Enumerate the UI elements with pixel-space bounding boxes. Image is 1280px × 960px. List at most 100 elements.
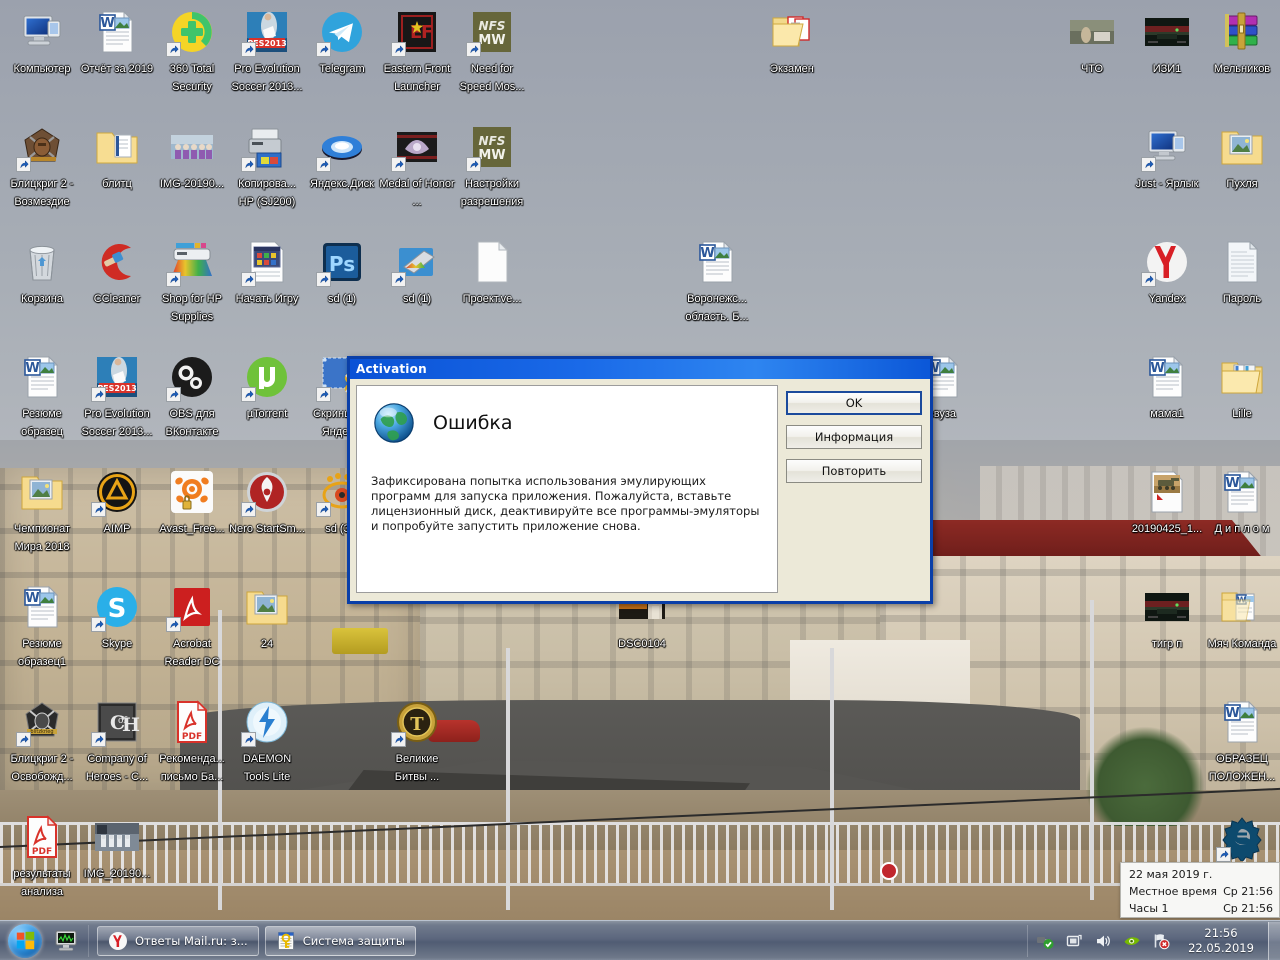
- desktop-icon-образец-положен[interactable]: W ОБРАЗЕЦ ПОЛОЖЕН...: [1204, 698, 1280, 785]
- desktop-icon-lille[interactable]: Lille: [1204, 353, 1280, 422]
- desktop-icon-отчёт-за-2019[interactable]: W Отчёт за 2019: [79, 8, 155, 77]
- desktop-icon-yandex[interactable]: Yandex: [1129, 238, 1205, 307]
- task-button-mailru[interactable]: Ответы Mail.ru: з...: [97, 925, 259, 956]
- desktop-icon-torrent[interactable]: µTorrent: [229, 353, 305, 422]
- desktop-icon-just-ярлык[interactable]: Just - Ярлык: [1129, 123, 1205, 192]
- desktop-icon-мельников[interactable]: Мельников: [1204, 8, 1280, 77]
- desktop-icon-acrobat-reader-dc[interactable]: Acrobat Reader DC: [154, 583, 230, 670]
- desktop-icon-резюме-образец1[interactable]: W Резюме образец1: [4, 583, 80, 670]
- desktop-icon-проект-ve[interactable]: Проект.ve...: [454, 238, 530, 307]
- desktop-icon-д-и-п-л-о-м[interactable]: W Д и п л о м: [1204, 468, 1280, 537]
- taskbar-task-list[interactable]: Ответы Mail.ru: з... Система защиты: [89, 925, 1027, 956]
- desktop-icon-корзина[interactable]: Корзина: [4, 238, 80, 307]
- taskbar[interactable]: Ответы Mail.ru: з... Система защиты 21:5…: [0, 920, 1280, 960]
- desktop-icon-company-of-heroes-с[interactable]: Cof H Company of Heroes - С...: [79, 698, 155, 785]
- svg-text:NFS: NFS: [479, 134, 506, 148]
- ok-button[interactable]: OK: [786, 391, 922, 415]
- svg-text:W: W: [1150, 361, 1164, 376]
- desktop-icon-label: Yandex: [1148, 293, 1186, 305]
- desktop-icon-img-20190[interactable]: IMG_20190...: [79, 813, 155, 882]
- dialog-body: Ошибка Зафиксирована попытка использован…: [350, 379, 930, 601]
- pdf-icon: PDF: [18, 813, 66, 861]
- desktop-icon-pro-evolution-soccer-2013[interactable]: PES2013 Pro Evolution Soccer 2013...: [229, 8, 305, 95]
- desktop-icon-avast-free[interactable]: Avast_Free...: [154, 468, 230, 537]
- nvidia-icon[interactable]: [1123, 932, 1141, 950]
- desktop-icon-ccleaner[interactable]: CCleaner: [79, 238, 155, 307]
- desktop-icon-чемпионат-мира-2018[interactable]: Чемпионат Мира 2018: [4, 468, 80, 555]
- desktop-icon-блицкриг-2-возмездие[interactable]: Блицкриг 2 - Возмездие: [4, 123, 80, 210]
- desktop-icon-пароль[interactable]: Пароль: [1204, 238, 1280, 307]
- system-tray[interactable]: [1027, 924, 1178, 957]
- desktop-icon-skype[interactable]: S Skype: [79, 583, 155, 652]
- desktop-icon-aimp[interactable]: AIMP: [79, 468, 155, 537]
- show-desktop-button[interactable]: [1268, 921, 1280, 960]
- desktop-icon-medal-of-honor[interactable]: Medal of Honor ...: [379, 123, 455, 210]
- system-monitor-icon[interactable]: [54, 928, 80, 954]
- volume-icon[interactable]: [1094, 932, 1112, 950]
- desktop-icon-obs-для-вконтакте[interactable]: OBS для ВКонтакте: [154, 353, 230, 440]
- desktop-icon-unnamed-60[interactable]: [1204, 813, 1280, 864]
- desktop-icon-компьютер[interactable]: Компьютер: [4, 8, 80, 77]
- desktop-icon-блицкриг-2-освобожд[interactable]: blitzkrieg Блицкриг 2 - Освобожд...: [4, 698, 80, 785]
- desktop-icon-результаты-анализа[interactable]: PDF результаты анализа: [4, 813, 80, 900]
- action-center-error-icon[interactable]: [1152, 932, 1170, 950]
- shortcut-overlay-icon: [1141, 272, 1156, 287]
- desktop-icon-eastern-front-launcher[interactable]: E F Eastern Front Launcher: [379, 8, 455, 95]
- desktop-icon-img-20190[interactable]: IMG-20190...: [154, 123, 230, 192]
- desktop-icon-рекоменда-письмо-ба[interactable]: PDF Рекоменда... письмо Ба...: [154, 698, 230, 785]
- flash-drive-icon[interactable]: [1065, 932, 1083, 950]
- desktop-icon-sd-1[interactable]: Ps sd (1): [304, 238, 380, 307]
- desktop-icon-telegram[interactable]: Telegram: [304, 8, 380, 77]
- desktop-icon-20190425-1[interactable]: 20190425_1...: [1129, 468, 1205, 537]
- network-connected-icon[interactable]: [1036, 932, 1054, 950]
- desktop-icon-label: Medal of Honor ...: [379, 178, 455, 208]
- activation-dialog[interactable]: Activation Ошибка Зафиксирована попытка …: [347, 356, 933, 604]
- desktop-icon-мама1[interactable]: Wмама1: [1129, 353, 1205, 422]
- folder-pics-icon: [18, 468, 66, 516]
- desktop-icon-тигр-п[interactable]: тигр п: [1129, 583, 1205, 652]
- retry-button[interactable]: Повторить: [786, 459, 922, 483]
- desktop[interactable]: Компьютер W Отчёт за 2019 360 Total Securit…: [0, 0, 1280, 960]
- desktop-icon-яндекс-диск[interactable]: Яндекс.Диск: [304, 123, 380, 192]
- desktop-icon-sd-1[interactable]: sd (1): [379, 238, 455, 307]
- dialog-button-column: OK Информация Повторить: [786, 385, 922, 593]
- desktop-icon-пухля[interactable]: Пухля: [1204, 123, 1280, 192]
- desktop-icon-копирова-hp-sj200[interactable]: Копирова... HP (SJ200): [229, 123, 305, 210]
- word-doc-icon: W: [18, 353, 66, 401]
- start-button[interactable]: [2, 923, 48, 959]
- clock-tooltip-local-label: Местное время: [1129, 885, 1218, 898]
- word-doc-icon: W: [693, 238, 741, 286]
- desktop-icon-label: ОБРАЗЕЦ ПОЛОЖЕН...: [1208, 753, 1276, 783]
- shortcut-overlay-icon: [166, 387, 181, 402]
- desktop-icon-360-total-security[interactable]: 360 Total Security: [154, 8, 230, 95]
- desktop-icon-экзамен[interactable]: Экзамен: [754, 8, 830, 77]
- desktop-icon-label: IMG-20190...: [159, 178, 225, 190]
- nfs-mw-icon: NFS MW: [466, 123, 516, 172]
- desktop-icon-блитц[interactable]: блитц: [79, 123, 155, 192]
- desktop-icon-изи1[interactable]: ИЗИ1: [1129, 8, 1205, 77]
- desktop-icon-label: Пароль: [1222, 293, 1262, 305]
- taskbar-clock[interactable]: 21:56 22.05.2019: [1178, 926, 1264, 956]
- start-game-icon: [241, 238, 291, 287]
- desktop-icon-nero-startsm[interactable]: Nero StartSm...: [229, 468, 305, 537]
- desktop-icon-великие-битвы[interactable]: T Великие Битвы ...: [379, 698, 455, 785]
- desktop-icon-24[interactable]: 24: [229, 583, 305, 652]
- desktop-icon-начать-игру[interactable]: Начать Игру: [229, 238, 305, 307]
- dialog-titlebar[interactable]: Activation: [350, 359, 930, 379]
- desktop-icon-резюме-образец[interactable]: W Резюме образец: [4, 353, 80, 440]
- desktop-icon-pro-evolution-soccer-2013[interactable]: PES2013 Pro Evolution Soccer 2013...: [79, 353, 155, 440]
- desktop-icon-воронежс-область-б[interactable]: W Воронежс... область. Б...: [679, 238, 755, 325]
- desktop-icon-мяч-команда[interactable]: W Мяч Команда: [1204, 583, 1280, 652]
- desktop-icon-настройки-разрешения[interactable]: NFS MW Настройки разрешения: [454, 123, 530, 210]
- task-button-protection-system[interactable]: Система защиты: [264, 925, 416, 956]
- clock-tooltip-row-local: Местное время Ср 21:56: [1129, 883, 1273, 900]
- shortcut-overlay-icon: [241, 157, 256, 172]
- desktop-icon-shop-for-hp-supplies[interactable]: Shop for HP Supplies: [154, 238, 230, 325]
- desktop-icon-label: 20190425_1...: [1131, 523, 1203, 535]
- information-button[interactable]: Информация: [786, 425, 922, 449]
- desktop-icon-need-for-speed-mos[interactable]: NFS MW Need for Speed Mos...: [454, 8, 530, 95]
- desktop-icon-daemon-tools-lite[interactable]: DAEMON Tools Lite: [229, 698, 305, 785]
- shortcut-overlay-icon: [466, 157, 481, 172]
- desktop-icon-что[interactable]: ЧТО: [1054, 8, 1130, 77]
- quick-launch-bar[interactable]: [48, 924, 89, 957]
